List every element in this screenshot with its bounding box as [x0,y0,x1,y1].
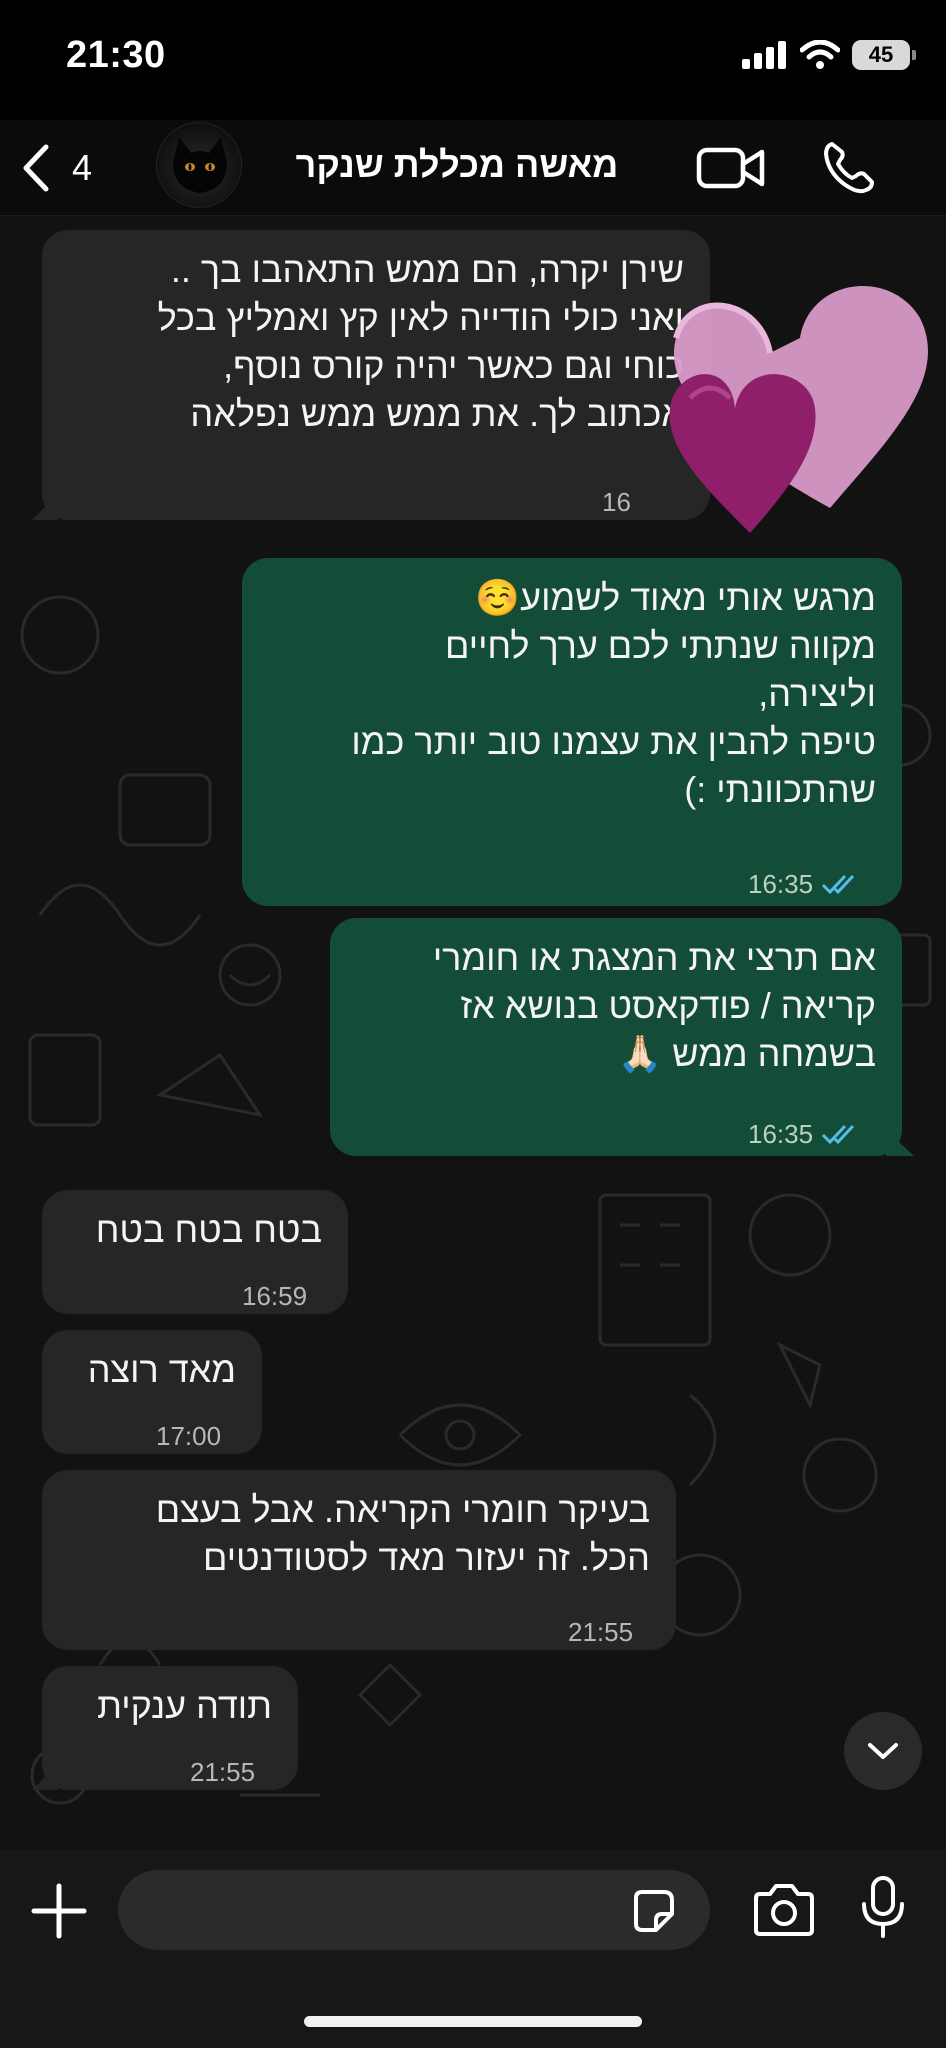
message-bubble-incoming[interactable]: בעיקר חומרי הקריאה. אבל בעצם הכל. זה יעז… [42,1470,676,1650]
message-text: שירן יקרה, הם ממש התאהבו בך .. [170,249,684,290]
message-bubble-outgoing[interactable]: אם תרצי את המצגת או חומרי קריאה / פודקאס… [330,918,902,1156]
message-text: קריאה / פודקאסט בנושא אז [460,985,876,1026]
phone-icon[interactable] [818,138,878,198]
message-bubble-incoming[interactable]: תודה ענקית 21:55 [42,1666,298,1790]
chat-header: 4 מאשה מכללת שנקר [0,120,946,216]
wifi-icon [800,40,840,69]
status-time: 21:30 [66,34,166,76]
message-text: הכל. זה יעזור מאד לסטודנטים [203,1537,650,1578]
message-text: ואני כולי הודייה לאין קץ ואמליץ בכל [157,297,684,338]
chevron-left-icon [23,144,49,192]
message-time: 16:35 [748,869,814,899]
message-bubble-incoming[interactable]: מאד רוצה 17:00 [42,1330,262,1454]
message-text: בעיקר חומרי הקריאה. אבל בעצם [155,1489,650,1530]
back-button[interactable]: 4 [18,138,92,198]
message-bubble-incoming[interactable]: שירן יקרה, הם ממש התאהבו בך .. ואני כולי… [42,230,710,520]
read-ticks-icon [822,1124,855,1145]
sticker-icon[interactable] [630,1888,676,1934]
status-icons: 45 [742,40,916,70]
message-text: מרגש אותי מאוד לשמוע☺️ [475,577,876,618]
signal-icon [742,41,786,69]
message-bubble-outgoing[interactable]: מרגש אותי מאוד לשמוע☺️ מקווה שנתתי לכם ע… [242,558,902,906]
cat-avatar-icon [173,137,227,193]
video-call-icon[interactable] [696,142,766,194]
message-text: טיפה להבין את עצמנו טוב יותר כמו [351,721,876,762]
message-input[interactable] [118,1870,710,1950]
plus-icon[interactable] [30,1882,88,1940]
read-ticks-icon [822,874,855,895]
hearts-sticker [669,285,928,533]
message-text: בשמחה ממש 🙏🏻 [617,1033,876,1074]
message-text: תודה ענקית [97,1685,272,1726]
battery-icon: 45 [852,40,916,70]
home-indicator[interactable] [304,2016,642,2027]
message-time: 17:00 [156,1421,222,1451]
message-text: אכתוב לך. את ממש ממש נפלאה [190,393,684,434]
message-text: מאד רוצה [87,1349,236,1390]
message-time: 16:59 [242,1281,308,1311]
message-text: אם תרצי את המצגת או חומרי [432,937,876,978]
message-text: שהתכוונתי :) [684,769,876,810]
message-text: כוחי וגם כאשר יהיה קורס נוסף, [223,345,684,386]
microphone-icon[interactable] [860,1876,906,1940]
message-time: 16:35 [748,1119,814,1149]
message-time: 21:55 [568,1617,634,1647]
message-text: מקווה שנתתי לכם ערך לחיים [445,625,876,666]
contact-name[interactable]: מאשה מכללת שנקר [272,144,642,186]
message-text: בטח בטח בטח [95,1209,322,1250]
unread-count: 4 [72,147,93,188]
avatar[interactable] [156,122,242,208]
message-composer [0,1850,946,2048]
chevron-down-icon [868,1743,898,1759]
camera-icon[interactable] [752,1882,816,1938]
message-time: 21:55 [190,1757,256,1787]
message-text: וליצירה, [758,673,876,714]
status-bar: 21:30 45 [0,0,946,120]
message-bubble-incoming[interactable]: בטח בטח בטח 16:59 [42,1190,348,1314]
scroll-to-bottom-button[interactable] [844,1712,922,1790]
